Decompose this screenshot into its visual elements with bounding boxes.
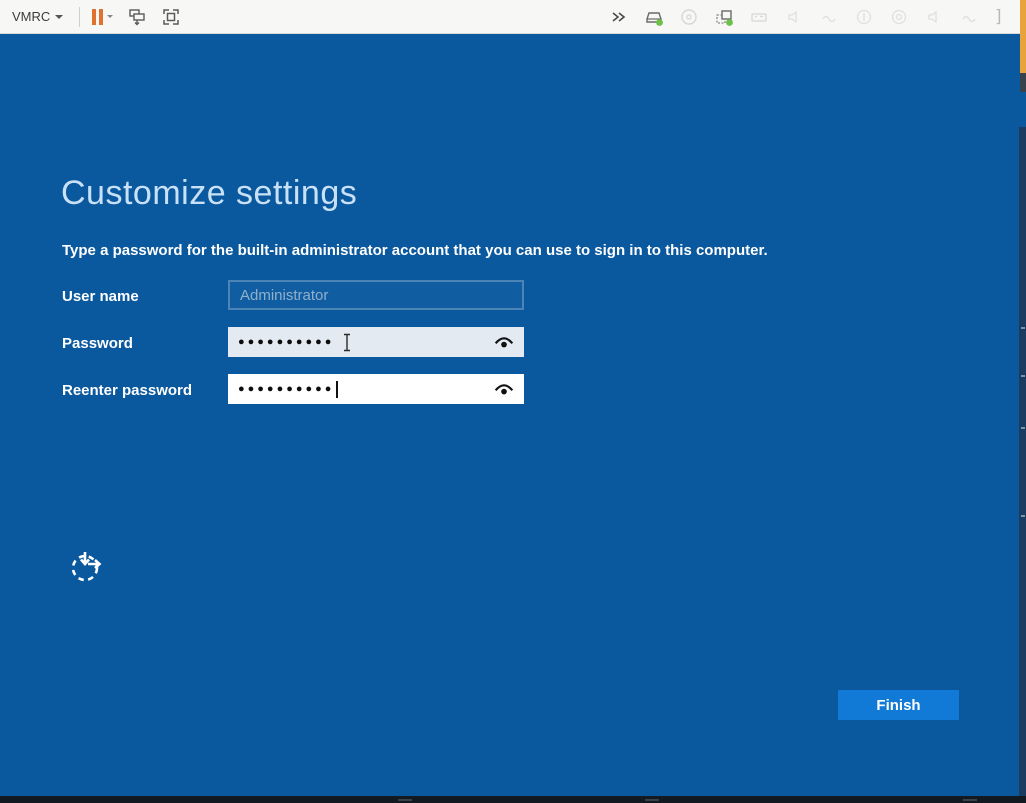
chevron-down-icon: [107, 15, 113, 18]
bottom-edge-artifact: [963, 799, 977, 801]
memory-device-button[interactable]: [747, 5, 771, 29]
background-window-sliver: [1020, 0, 1026, 73]
text-caret: [336, 381, 338, 398]
pause-icon: [92, 9, 103, 25]
page-subtitle: Type a password for the built-in adminis…: [62, 242, 768, 259]
password-masked-value: ●●●●●●●●●●: [238, 327, 334, 357]
pin-toolbar-icon: ]: [994, 7, 1004, 27]
screen-edge-artifact: [1021, 327, 1025, 329]
screen-edge-artifact: [1021, 515, 1025, 517]
username-label: User name: [62, 288, 222, 305]
vmrc-menu-button[interactable]: VMRC: [6, 6, 69, 27]
reenter-masked-value: ●●●●●●●●●●: [238, 374, 334, 404]
password-input[interactable]: ●●●●●●●●●●: [228, 327, 524, 357]
generic-device-icon: [959, 7, 979, 27]
pause-vm-button[interactable]: [90, 7, 115, 27]
screen-edge-artifact: [1021, 427, 1025, 429]
ease-of-access-icon: [66, 546, 106, 586]
sound-device-button[interactable]: [782, 5, 806, 29]
password-reveal-eye-icon: [494, 336, 514, 349]
sound-card-icon: [854, 7, 874, 27]
reenter-password-label: Reenter password: [62, 382, 222, 399]
background-window-sliver-dark: [1020, 73, 1026, 92]
show-more-button[interactable]: [607, 5, 631, 29]
webcam-device-button[interactable]: [887, 5, 911, 29]
double-chevron-right-icon: [609, 7, 629, 27]
memory-icon: [749, 7, 769, 27]
chevron-down-icon: [55, 15, 63, 19]
username-input[interactable]: [228, 280, 524, 310]
sound-icon: [784, 7, 804, 27]
sound-card-device-button[interactable]: [852, 5, 876, 29]
serial-port-device-button[interactable]: [817, 5, 841, 29]
pin-toolbar-button[interactable]: ]: [992, 5, 1006, 29]
fullscreen-icon: [161, 7, 181, 27]
usb-device-button[interactable]: [922, 5, 946, 29]
network-device-button[interactable]: [712, 5, 736, 29]
ease-of-access-button[interactable]: [66, 546, 106, 586]
network-adapter-icon: [714, 7, 734, 27]
toolbar-divider: [79, 7, 80, 27]
hard-disk-device-button[interactable]: [642, 5, 666, 29]
serial-port-icon: [819, 7, 839, 27]
mouse-ibeam-cursor: [341, 333, 353, 352]
reveal-password-button[interactable]: [494, 336, 514, 349]
send-ctrl-alt-del-icon: [127, 7, 147, 27]
vmrc-menu-label: VMRC: [12, 9, 50, 24]
screen-edge-artifact: [1021, 375, 1025, 377]
vmrc-toolbar: VMRC: [0, 0, 1026, 34]
hard-disk-icon: [644, 7, 664, 27]
usb-device-icon: [924, 7, 944, 27]
generic-device-button[interactable]: [957, 5, 981, 29]
bottom-edge-artifact: [398, 799, 412, 801]
send-ctrl-alt-del-button[interactable]: [125, 5, 149, 29]
cd-drive-device-button[interactable]: [677, 5, 701, 29]
password-label: Password: [62, 335, 222, 352]
reveal-password-button[interactable]: [494, 383, 514, 396]
password-reveal-eye-icon: [494, 383, 514, 396]
cd-drive-icon: [679, 7, 699, 27]
bottom-edge-strip: [0, 796, 1026, 803]
bottom-edge-artifact: [645, 799, 659, 801]
reenter-password-input[interactable]: ●●●●●●●●●●: [228, 374, 524, 404]
page-title: Customize settings: [61, 174, 357, 213]
screen-edge-strip: [1019, 127, 1026, 803]
finish-button[interactable]: Finish: [838, 690, 959, 720]
webcam-icon: [889, 7, 909, 27]
vm-display: Customize settings Type a password for t…: [0, 35, 1026, 796]
fullscreen-button[interactable]: [159, 5, 183, 29]
